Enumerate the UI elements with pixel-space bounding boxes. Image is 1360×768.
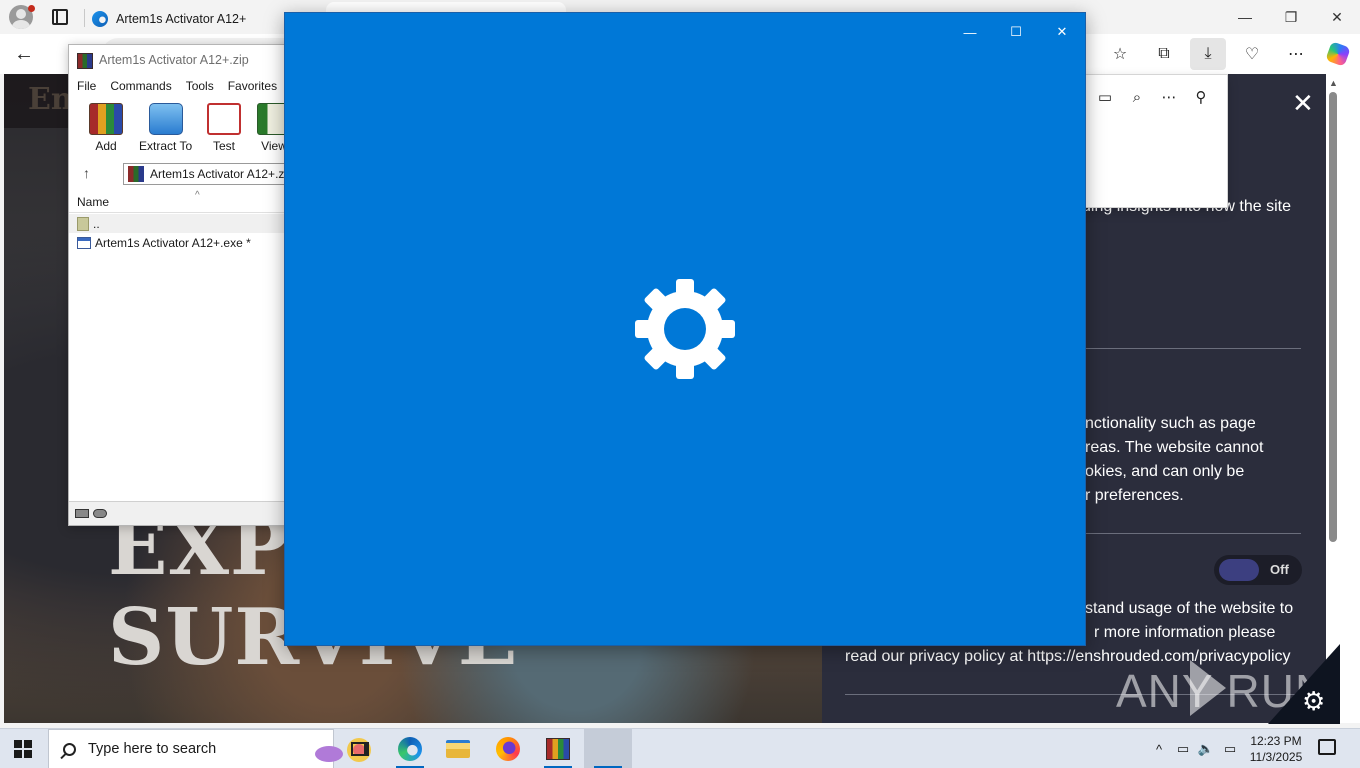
clock-date: 11/3/2025 — [1249, 750, 1303, 764]
consent-text: r preferences. — [1085, 487, 1184, 504]
menu-file[interactable]: File — [77, 79, 96, 93]
file-row-exe[interactable]: Artem1s Activator A12+.exe * — [69, 233, 297, 252]
cookie-settings-gear-icon[interactable]: ⚙ — [1302, 686, 1325, 717]
file-row-parent[interactable]: .. — [69, 214, 297, 233]
winrar-statusbar — [69, 501, 297, 525]
archive-path-text: Artem1s Activator A12+.zip — [150, 167, 294, 181]
sort-caret-icon: ^ — [195, 190, 200, 201]
edge-favicon-icon — [92, 11, 108, 27]
drive-icon — [75, 509, 89, 518]
tab-title: Artem1s Activator A12+ — [116, 12, 247, 26]
taskbar-clock[interactable]: 12:23 PM 11/3/2025 — [1244, 733, 1308, 765]
file-explorer-icon — [446, 740, 470, 758]
toggle-knob — [1219, 559, 1259, 581]
test-button[interactable]: Test — [207, 103, 241, 153]
browser-close-button[interactable]: ✕ — [1314, 0, 1360, 34]
winrar-title: Artem1s Activator A12+.zip — [99, 53, 249, 67]
winrar-menubar: File Commands Tools Favorites — [69, 75, 297, 97]
firefox-icon — [496, 737, 520, 761]
consent-text: okies, and can only be — [1085, 463, 1245, 480]
column-header-name[interactable]: Name ^ — [69, 190, 297, 213]
copilot-button[interactable] — [1320, 38, 1356, 70]
search-placeholder: Type here to search — [88, 741, 217, 757]
pin-downloads-icon[interactable]: ⚲ — [1187, 85, 1215, 109]
test-checklist-icon — [207, 103, 241, 135]
task-view-button[interactable] — [336, 729, 384, 768]
site-logo[interactable]: En — [28, 82, 73, 117]
column-name-label: Name — [77, 195, 110, 209]
test-label: Test — [212, 139, 235, 153]
menu-commands[interactable]: Commands — [110, 79, 171, 93]
tray-overflow-chevron-icon[interactable]: ^ — [1150, 729, 1168, 768]
taskbar-firefox-button[interactable] — [484, 729, 532, 768]
taskbar-winrar-button[interactable] — [534, 729, 582, 768]
browser-essentials-icon[interactable]: ♡ — [1234, 38, 1270, 70]
open-downloads-folder-icon[interactable]: ▭ — [1091, 85, 1119, 109]
loading-gear-icon — [635, 279, 735, 379]
consent-text: stand usage of the website to — [1085, 600, 1294, 617]
copilot-icon — [1325, 41, 1351, 67]
exe-file-icon — [77, 236, 91, 249]
notification-center-icon[interactable] — [1318, 739, 1336, 755]
winrar-icon — [546, 738, 570, 760]
parent-folder-icon — [77, 216, 89, 231]
collections-icon[interactable]: ⧉ — [1146, 38, 1182, 70]
extract-label: Extract To — [139, 139, 193, 153]
edge-icon — [398, 737, 422, 761]
tray-network-icon[interactable]: ▭ — [1220, 729, 1240, 768]
activator-close-button[interactable]: ✕ — [1039, 17, 1085, 47]
winrar-titlebar[interactable]: Artem1s Activator A12+.zip — [69, 45, 297, 75]
settings-more-icon[interactable]: ⋯ — [1278, 38, 1314, 70]
profile-notification-badge — [28, 5, 35, 12]
file-name: Artem1s Activator A12+.exe * — [95, 235, 251, 250]
downloads-more-icon[interactable]: ⋯ — [1155, 85, 1183, 109]
add-label: Add — [95, 139, 117, 153]
downloads-icon[interactable]: ⤓ — [1190, 38, 1226, 70]
activator-maximize-button[interactable]: ☐ — [993, 17, 1039, 47]
windows-taskbar: Type here to search ^ ▭ 🔈 ▭ 12:23 PM 11/… — [0, 728, 1360, 768]
taskbar-search-box[interactable]: Type here to search — [48, 729, 371, 768]
tray-volume-icon[interactable]: 🔈 — [1196, 729, 1216, 768]
toggle-state-label: Off — [1270, 562, 1289, 577]
archive-icon — [128, 166, 144, 182]
search-downloads-icon[interactable]: ⌕ — [1123, 85, 1151, 109]
browser-restore-button[interactable]: ❐ — [1268, 0, 1314, 34]
consent-close-button[interactable]: ✕ — [1292, 88, 1314, 118]
file-name: .. — [93, 216, 100, 231]
winrar-window: Artem1s Activator A12+.zip File Commands… — [68, 44, 303, 526]
task-view-icon — [351, 742, 369, 756]
start-windows-icon[interactable] — [14, 740, 32, 758]
favorites-icon[interactable]: ☆ — [1102, 38, 1138, 70]
menu-favorites[interactable]: Favorites — [228, 79, 277, 93]
archive-path-field[interactable]: Artem1s Activator A12+.zip — [123, 163, 303, 185]
activator-app-icon — [597, 741, 619, 757]
analytics-cookie-toggle[interactable]: Off — [1214, 555, 1302, 585]
extract-folder-icon — [148, 103, 183, 135]
browser-minimize-button[interactable]: — — [1222, 0, 1268, 34]
consent-text: reas. The website cannot — [1085, 439, 1264, 456]
consent-text: r more information please — [1094, 624, 1276, 641]
scroll-thumb[interactable] — [1329, 92, 1337, 542]
consent-text: nctionality such as page — [1085, 415, 1256, 432]
clock-time: 12:23 PM — [1250, 734, 1302, 748]
up-folder-arrow-icon[interactable]: ↑ — [83, 165, 90, 181]
search-icon — [63, 742, 76, 756]
tab-actions-icon[interactable] — [52, 9, 68, 25]
winrar-toolbar: Add Extract To Test View — [69, 99, 297, 157]
menu-tools[interactable]: Tools — [186, 79, 214, 93]
taskbar-activator-button[interactable] — [584, 729, 632, 768]
taskbar-edge-button[interactable] — [386, 729, 434, 768]
winrar-app-icon — [77, 53, 93, 69]
tray-device-icon[interactable]: ▭ — [1174, 729, 1192, 768]
taskbar-explorer-button[interactable] — [434, 729, 482, 768]
key-icon[interactable] — [93, 509, 107, 518]
extract-to-button[interactable]: Extract To — [139, 103, 192, 153]
activator-minimize-button[interactable]: — — [947, 17, 993, 47]
back-button[interactable]: ← — [14, 42, 40, 66]
add-archive-icon — [89, 103, 123, 135]
winrar-pathbar: ↑ Artem1s Activator A12+.zip — [69, 161, 303, 187]
scroll-up-arrow-icon[interactable]: ▲ — [1329, 78, 1338, 88]
activator-window: — ☐ ✕ — [284, 12, 1086, 646]
add-button[interactable]: Add — [89, 103, 123, 153]
